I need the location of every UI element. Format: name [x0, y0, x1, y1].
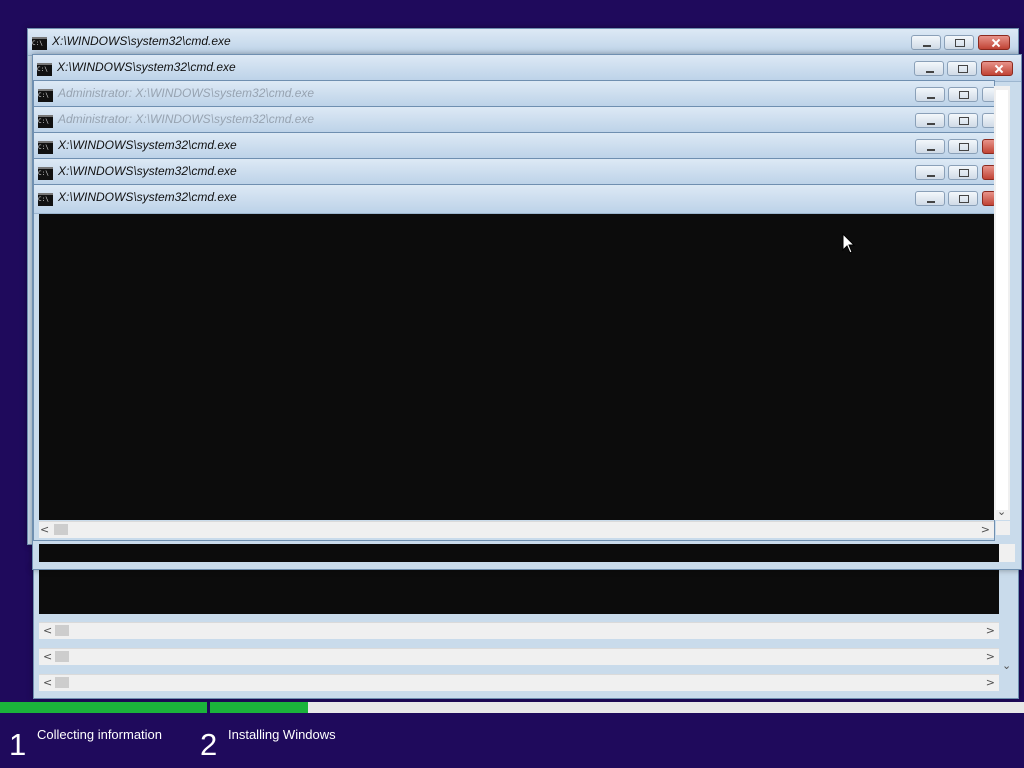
maximize-button[interactable]: [948, 87, 978, 102]
step-2-label: Installing Windows: [228, 727, 336, 742]
horizontal-scrollbar[interactable]: < >: [39, 622, 999, 639]
horizontal-scrollbar[interactable]: < >: [39, 674, 999, 691]
progress-fill: [0, 702, 207, 713]
console-output[interactable]: [39, 214, 994, 520]
maximize-button[interactable]: [948, 191, 978, 206]
scroll-thumb[interactable]: [55, 677, 69, 688]
maximize-button[interactable]: [948, 165, 978, 180]
window-title: X:\WINDOWS\system32\cmd.exe: [58, 190, 237, 204]
maximize-button[interactable]: [947, 61, 977, 76]
cmd-console-icon: C:\: [38, 141, 53, 154]
cmd-window-3[interactable]: C:\ Administrator: X:\WINDOWS\system32\c…: [33, 106, 996, 134]
title-bar[interactable]: C:\ X:\WINDOWS\system32\cmd.exe: [34, 133, 996, 160]
scroll-thumb[interactable]: [996, 90, 1008, 510]
progress-installing-windows: [210, 702, 1024, 713]
title-bar[interactable]: C:\ Administrator: X:\WINDOWS\system32\c…: [34, 81, 996, 108]
minimize-button[interactable]: [915, 87, 945, 102]
scroll-thumb[interactable]: [55, 625, 69, 636]
window-title: Administrator: X:\WINDOWS\system32\cmd.e…: [58, 112, 315, 126]
scroll-thumb[interactable]: [54, 524, 68, 535]
scroll-down-icon[interactable]: ⌄: [1002, 658, 1011, 674]
scroll-left-icon[interactable]: <: [43, 675, 52, 691]
window-title: Administrator: X:\WINDOWS\system32\cmd.e…: [58, 86, 315, 100]
cmd-console-icon: C:\: [38, 167, 53, 180]
scroll-right-icon[interactable]: >: [981, 522, 990, 538]
console-output[interactable]: [39, 544, 999, 562]
window-title: X:\WINDOWS\system32\cmd.exe: [57, 60, 236, 74]
progress-collecting-information: [0, 702, 207, 713]
title-bar[interactable]: C:\ X:\WINDOWS\system32\cmd.exe: [33, 55, 1021, 82]
console-output[interactable]: [39, 570, 999, 614]
cmd-window-4[interactable]: C:\ X:\WINDOWS\system32\cmd.exe: [33, 132, 996, 160]
step-1-label: Collecting information: [37, 727, 163, 742]
step-2-number: 2: [200, 727, 218, 762]
cmd-window-5[interactable]: C:\ X:\WINDOWS\system32\cmd.exe: [33, 158, 996, 186]
scroll-right-icon[interactable]: >: [986, 649, 995, 665]
scroll-down-icon[interactable]: ⌄: [997, 504, 1006, 520]
scroll-left-icon[interactable]: <: [43, 623, 52, 639]
cmd-console-icon: C:\: [37, 63, 52, 76]
step-1-number: 1: [9, 727, 27, 762]
window-title: X:\WINDOWS\system32\cmd.exe: [58, 138, 237, 152]
horizontal-scrollbar[interactable]: < >: [39, 521, 994, 538]
cmd-window-bottom[interactable]: < > < > < > ⌄: [33, 566, 1019, 699]
minimize-button[interactable]: [911, 35, 941, 50]
cmd-console-icon: C:\: [38, 89, 53, 102]
horizontal-scrollbar[interactable]: < >: [39, 648, 999, 665]
close-button[interactable]: [978, 35, 1010, 50]
scroll-thumb[interactable]: [55, 651, 69, 662]
scroll-right-icon[interactable]: >: [986, 623, 995, 639]
title-bar[interactable]: C:\ Administrator: X:\WINDOWS\system32\c…: [34, 107, 996, 134]
cmd-console-icon: C:\: [38, 193, 53, 206]
vertical-scrollbar[interactable]: [999, 544, 1015, 562]
mouse-pointer-icon: [842, 233, 856, 254]
vertical-scrollbar[interactable]: ⌄: [994, 86, 1010, 520]
scroll-right-icon[interactable]: >: [986, 675, 995, 691]
resize-grip[interactable]: [996, 521, 1010, 535]
cmd-console-icon: C:\: [38, 115, 53, 128]
scroll-left-icon[interactable]: <: [40, 522, 49, 538]
minimize-button[interactable]: [914, 61, 944, 76]
close-button[interactable]: [981, 61, 1013, 76]
minimize-button[interactable]: [915, 139, 945, 154]
window-title: X:\WINDOWS\system32\cmd.exe: [52, 34, 231, 48]
title-bar[interactable]: C:\ X:\WINDOWS\system32\cmd.exe: [34, 159, 996, 186]
window-title: X:\WINDOWS\system32\cmd.exe: [58, 164, 237, 178]
progress-fill: [210, 702, 308, 713]
minimize-button[interactable]: [915, 165, 945, 180]
maximize-button[interactable]: [948, 139, 978, 154]
scroll-left-icon[interactable]: <: [43, 649, 52, 665]
title-bar[interactable]: C:\ X:\WINDOWS\system32\cmd.exe: [34, 185, 996, 214]
maximize-button[interactable]: [944, 35, 974, 50]
title-bar[interactable]: C:\ X:\WINDOWS\system32\cmd.exe: [28, 29, 1018, 56]
minimize-button[interactable]: [915, 113, 945, 128]
maximize-button[interactable]: [948, 113, 978, 128]
cmd-window-2[interactable]: C:\ Administrator: X:\WINDOWS\system32\c…: [33, 80, 996, 108]
minimize-button[interactable]: [915, 191, 945, 206]
cmd-console-icon: C:\: [32, 37, 47, 50]
